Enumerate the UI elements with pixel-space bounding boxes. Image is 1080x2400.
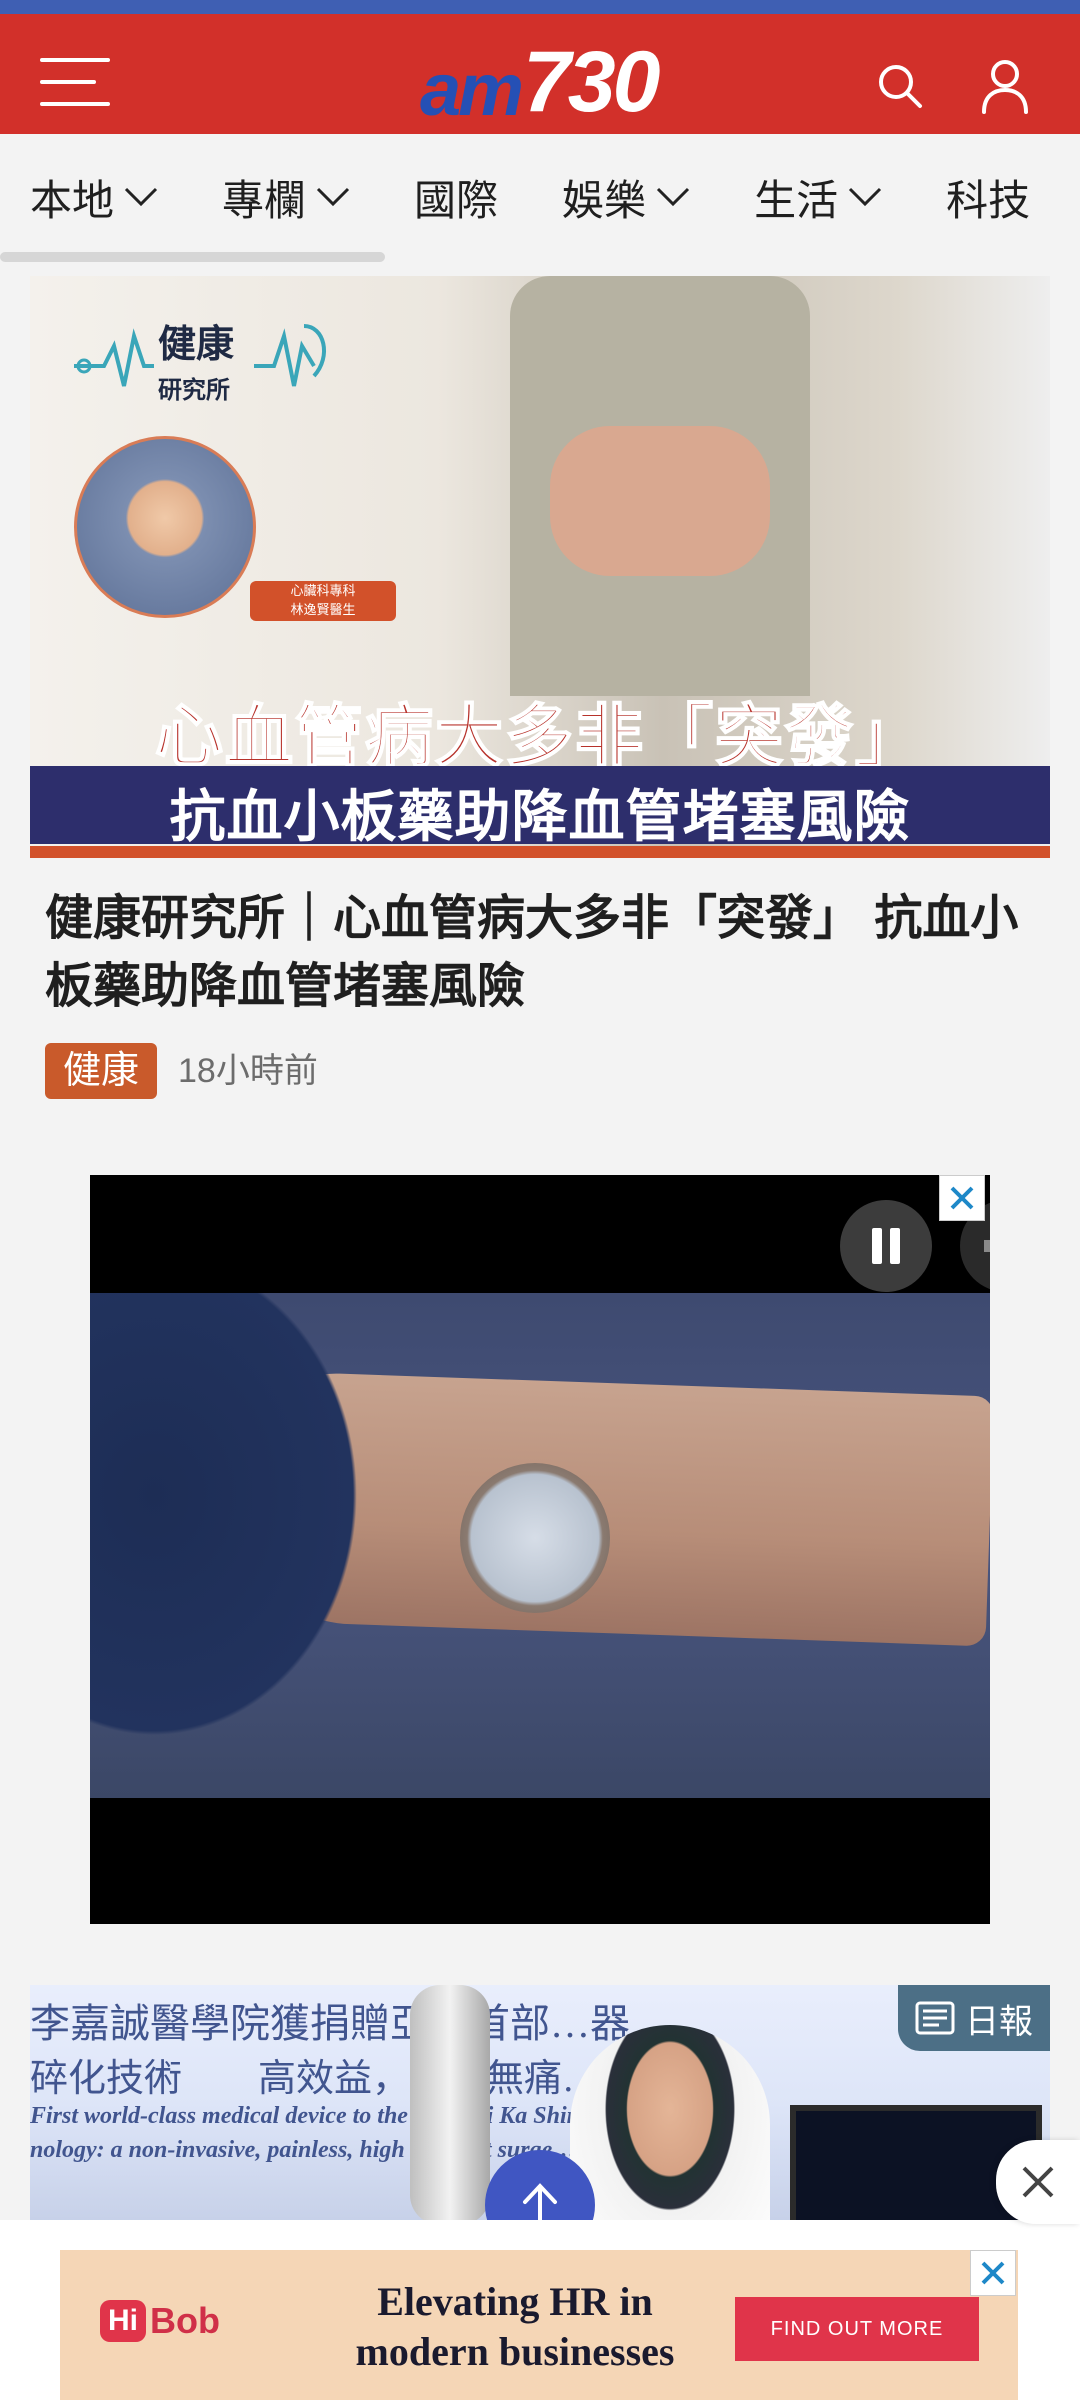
menu-icon (40, 58, 110, 62)
chevron-down-icon (657, 187, 690, 207)
doctor-photo (74, 436, 256, 618)
close-icon (981, 2261, 1005, 2285)
image-text-line3: First world-class medical device to the … (30, 2103, 647, 2129)
menu-icon-line (40, 80, 96, 84)
hibob-logo-bob: Bob (150, 2300, 220, 2341)
category-label: 本地 (30, 176, 115, 224)
pause-button[interactable] (840, 1200, 932, 1292)
image-text-line1: 李嘉誠醫學院獲捐贈亞洲首部…器 (30, 2001, 630, 2046)
hibob-ad-banner[interactable]: Hi Bob Elevating HR in modern businesses… (60, 2250, 1018, 2400)
category-international[interactable]: 國際 (414, 167, 498, 228)
search-icon (879, 65, 922, 108)
image-text-line4: nology: a non-invasive, painless, high e… (30, 2137, 577, 2163)
column-brand-subtitle: 研究所 (158, 377, 230, 404)
banner-ad-close-button[interactable] (970, 2250, 1016, 2296)
ad-headline-line2: modern businesses (355, 2329, 675, 2374)
site-logo[interactable]: am 730 (420, 34, 660, 132)
close-icon (950, 1186, 974, 1210)
doctor-tag: 心臟科專科 林逸賢醫生 (250, 581, 396, 621)
pause-icon (872, 1228, 900, 1264)
logo-number: 730 (522, 34, 660, 130)
hibob-logo-hi: Hi (100, 2300, 146, 2342)
hero-article-image[interactable]: 健康 研究所 心臟科專科 林逸賢醫生 心血管病大多非「突發」 抗血小板藥助降血管… (30, 276, 1050, 858)
top-accent-strip (0, 0, 1080, 14)
category-nav: 本地 專欄 國際 娛樂 生活 科技 (0, 134, 1080, 260)
article-timestamp: 18小時前 (178, 1052, 318, 1090)
category-column[interactable]: 專欄 (222, 167, 350, 228)
category-tech[interactable]: 科技 (946, 167, 1030, 228)
chevron-down-icon (124, 187, 158, 207)
category-lifestyle[interactable]: 生活 (754, 167, 882, 228)
article-title[interactable]: 健康研究所｜心血管病大多非「突發」 抗血小板藥助降血管堵塞風險 (45, 885, 1035, 1021)
video-ad-close-button[interactable] (939, 1175, 985, 1221)
logo-prefix: am (420, 48, 524, 131)
category-label: 國際 (414, 176, 499, 224)
chevron-down-icon (849, 187, 882, 207)
menu-icon-line (40, 102, 110, 106)
site-header: am 730 (0, 14, 1080, 134)
hero-accent-bar (30, 846, 1050, 858)
source-badge-label: 日報 (965, 2002, 1033, 2041)
image-text-line2: 碎化技術 高效益，無…無痛…法 (30, 2058, 639, 2100)
ad-headline-line1: Elevating HR in (377, 2279, 653, 2324)
source-badge[interactable]: 日報 (898, 1985, 1050, 2051)
column-brand-title: 健康 (158, 324, 235, 366)
account-button[interactable] (975, 56, 1035, 116)
category-label: 生活 (754, 176, 839, 224)
category-entertainment[interactable]: 娛樂 (562, 167, 690, 228)
category-local[interactable]: 本地 (30, 167, 158, 228)
category-label: 專欄 (222, 176, 307, 224)
hibob-logo: Hi Bob (100, 2300, 220, 2342)
mute-icon (984, 1240, 990, 1252)
doctor-figure (570, 2025, 770, 2225)
video-ad[interactable] (90, 1175, 990, 1924)
category-label: 科技 (946, 176, 1031, 224)
category-label: 娛樂 (562, 176, 647, 224)
category-badge[interactable]: 健康 (45, 1043, 158, 1099)
doctor-specialty: 心臟科專科 (290, 583, 356, 598)
category-scrollbar[interactable] (0, 252, 385, 262)
find-out-more-button[interactable]: FIND OUT MORE (735, 2297, 979, 2361)
video-frame (90, 1293, 990, 1798)
chevron-down-icon (316, 187, 350, 207)
menu-button[interactable] (40, 58, 110, 110)
video-watch (460, 1463, 610, 1613)
robot-arm (410, 1985, 490, 2225)
hero-headline-line2: 抗血小板藥助降血管堵塞風險 (169, 785, 911, 848)
bottom-ad-collapse-button[interactable] (996, 2140, 1080, 2224)
newspaper-icon (915, 2001, 955, 2035)
user-icon (982, 60, 1028, 114)
search-button[interactable] (870, 56, 930, 116)
video-sleeve (90, 1293, 410, 1798)
patient-hands (550, 426, 770, 576)
close-icon (1022, 2166, 1054, 2198)
doctor-name: 林逸賢醫生 (290, 602, 356, 617)
